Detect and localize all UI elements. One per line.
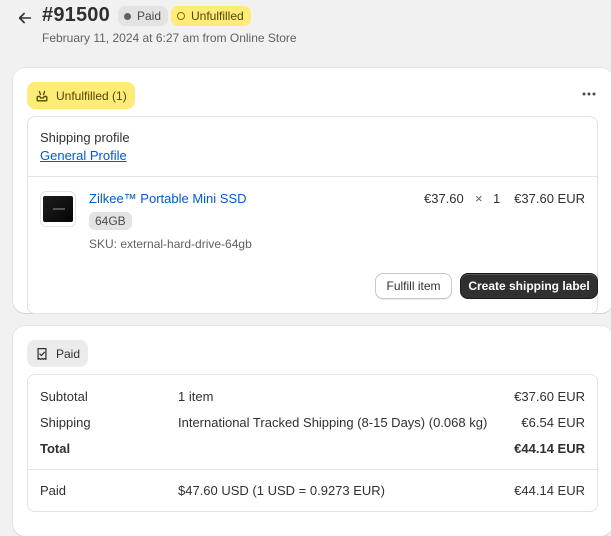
divider <box>28 469 597 470</box>
order-date-source: February 11, 2024 at 6:27 am from Online… <box>42 31 297 45</box>
order-header: #91500 Paid Unfulfilled February 11, 202… <box>14 4 604 48</box>
receipt-icon <box>37 347 47 360</box>
paid-status-badge: Paid <box>118 6 169 26</box>
create-shipping-label-button[interactable]: Create shipping label <box>460 273 598 299</box>
paid-pill: Paid <box>27 340 89 367</box>
shipping-amount: €6.54 EUR <box>521 415 585 430</box>
inbox-icon <box>36 90 48 101</box>
line-total: €37.60 EUR <box>514 191 585 206</box>
shipping-label: Shipping <box>40 415 91 430</box>
order-number: #91500 <box>42 4 110 26</box>
paid-detail: $47.60 USD (1 USD = 0.9273 EUR) <box>178 483 386 498</box>
arrow-left-icon[interactable] <box>16 9 34 27</box>
subtotal-detail: 1 item <box>178 389 214 404</box>
multiply-sign: × <box>475 191 483 206</box>
unfulfilled-pill-label: Unfulfilled (1) <box>56 88 127 103</box>
product-image <box>43 196 73 222</box>
divider <box>28 176 597 177</box>
variant-badge: 64GB <box>89 212 132 230</box>
total-amount: €44.14 EUR <box>514 441 585 456</box>
payment-card: Paid Subtotal 1 item €37.60 EUR Shipping… <box>13 326 611 536</box>
total-label: Total <box>40 441 71 456</box>
subtotal-label: Subtotal <box>40 389 88 404</box>
product-name-link[interactable]: Zilkee™ Portable Mini SSD <box>89 191 247 206</box>
unfulfilled-pill: Unfulfilled (1) <box>27 82 135 109</box>
unit-price: €37.60 <box>424 191 464 206</box>
paid-pill-label: Paid <box>56 346 81 361</box>
subtotal-amount: €37.60 EUR <box>514 389 585 404</box>
paid-badge-label: Paid <box>137 9 162 23</box>
paid-label: Paid <box>40 483 67 498</box>
shipping-profile-link[interactable]: General Profile <box>40 148 127 163</box>
product-sku: SKU: external-hard-drive-64gb <box>89 237 252 251</box>
more-horizontal-icon[interactable] <box>581 86 597 102</box>
shipping-detail: International Tracked Shipping (8-15 Day… <box>178 415 488 430</box>
dot-icon <box>124 12 131 20</box>
paid-amount: €44.14 EUR <box>514 483 585 498</box>
payment-summary: Subtotal 1 item €37.60 EUR Shipping Inte… <box>27 374 598 512</box>
fulfillment-card: Unfulfilled (1) Shipping profile General… <box>13 68 611 314</box>
unfulfilled-badge-label: Unfulfilled <box>191 9 244 23</box>
quantity: 1 <box>493 191 501 206</box>
product-thumbnail[interactable] <box>40 191 76 227</box>
shipping-profile-label: Shipping profile <box>40 130 130 145</box>
unfulfilled-status-badge: Unfulfilled <box>171 6 251 26</box>
fulfill-item-button[interactable]: Fulfill item <box>375 273 452 299</box>
ring-icon <box>177 12 185 20</box>
